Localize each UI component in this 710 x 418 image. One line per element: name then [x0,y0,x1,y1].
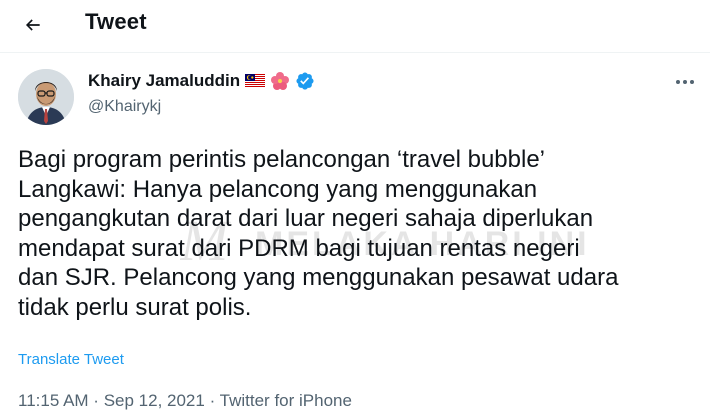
tweet-date[interactable]: Sep 12, 2021 [104,391,205,410]
top-bar: Tweet [0,0,710,53]
tweet-meta: 11:15 AM · Sep 12, 2021 · Twitter for iP… [18,391,352,411]
malaysia-flag-icon [245,74,266,88]
avatar[interactable] [18,69,74,125]
page-title: Tweet [85,9,147,34]
more-options-button[interactable] [672,72,698,92]
more-icon [676,80,694,84]
tweet-source[interactable]: Twitter for iPhone [220,391,352,410]
meta-separator: · [204,391,220,410]
meta-separator: · [88,391,104,410]
author-name[interactable]: Khairy Jamaluddin [88,71,240,91]
translate-tweet-link[interactable]: Translate Tweet [18,351,124,368]
back-button[interactable] [18,10,48,40]
arrow-left-icon [25,19,40,31]
author-handle[interactable]: @Khairykj [88,98,161,116]
tweet-time[interactable]: 11:15 AM [18,391,89,410]
author-name-row: Khairy Jamaluddin [88,71,315,91]
hibiscus-icon [271,72,290,90]
tweet-text: Bagi program perintis pelancongan ‘trave… [18,146,619,321]
verified-badge-icon [296,72,314,90]
